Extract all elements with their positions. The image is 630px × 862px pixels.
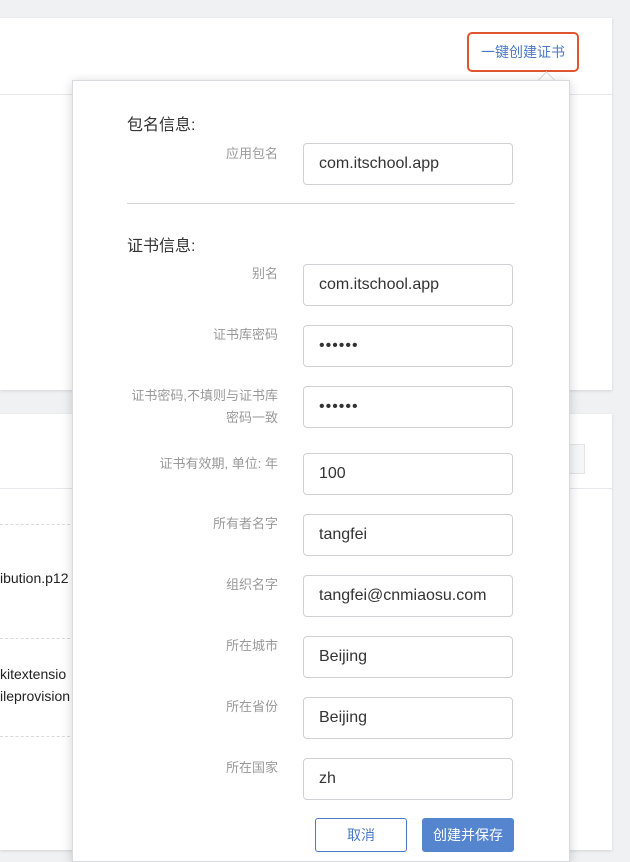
file-name: ibution.p12	[0, 570, 69, 586]
field-label-city: 所在城市	[225, 638, 278, 653]
row-divider	[0, 736, 70, 737]
create-certificate-button[interactable]: 一键创建证书	[467, 32, 579, 72]
field-label-organization: 组织名字	[225, 577, 278, 592]
field-label-package-name: 应用包名	[225, 146, 278, 161]
create-certificate-popover: 包名信息: 应用包名 证书信息: 别名 证书库密码 证书密码,不填则与证书库密码…	[72, 80, 570, 862]
organization-input[interactable]	[303, 575, 513, 617]
field-label-alias: 别名	[251, 266, 278, 281]
validity-years-input[interactable]	[303, 453, 513, 495]
package-name-input[interactable]	[303, 143, 513, 185]
province-input[interactable]	[303, 697, 513, 739]
field-label-keystore-password: 证书库密码	[212, 327, 278, 342]
create-and-save-button[interactable]: 创建并保存	[422, 818, 514, 852]
file-name: kitextensio	[0, 666, 67, 682]
package-section-title: 包名信息:	[127, 117, 196, 134]
country-input[interactable]	[303, 758, 513, 800]
field-label-cert-password: 证书密码,不填则与证书库密码一致	[131, 388, 278, 425]
field-label-country: 所在国家	[225, 760, 278, 775]
field-label-owner-name: 所有者名字	[212, 516, 278, 531]
keystore-password-input[interactable]	[303, 325, 513, 367]
cert-password-input[interactable]	[303, 386, 513, 428]
field-label-validity: 证书有效期, 单位: 年	[159, 456, 278, 471]
alias-input[interactable]	[303, 264, 513, 306]
section-divider	[127, 203, 515, 204]
cert-section-title: 证书信息:	[127, 238, 196, 255]
cancel-button[interactable]: 取消	[315, 818, 407, 852]
row-divider	[0, 524, 70, 525]
row-divider	[0, 638, 70, 639]
owner-name-input[interactable]	[303, 514, 513, 556]
city-input[interactable]	[303, 636, 513, 678]
field-label-province: 所在省份	[225, 699, 278, 714]
file-name: ileprovision	[0, 688, 71, 704]
